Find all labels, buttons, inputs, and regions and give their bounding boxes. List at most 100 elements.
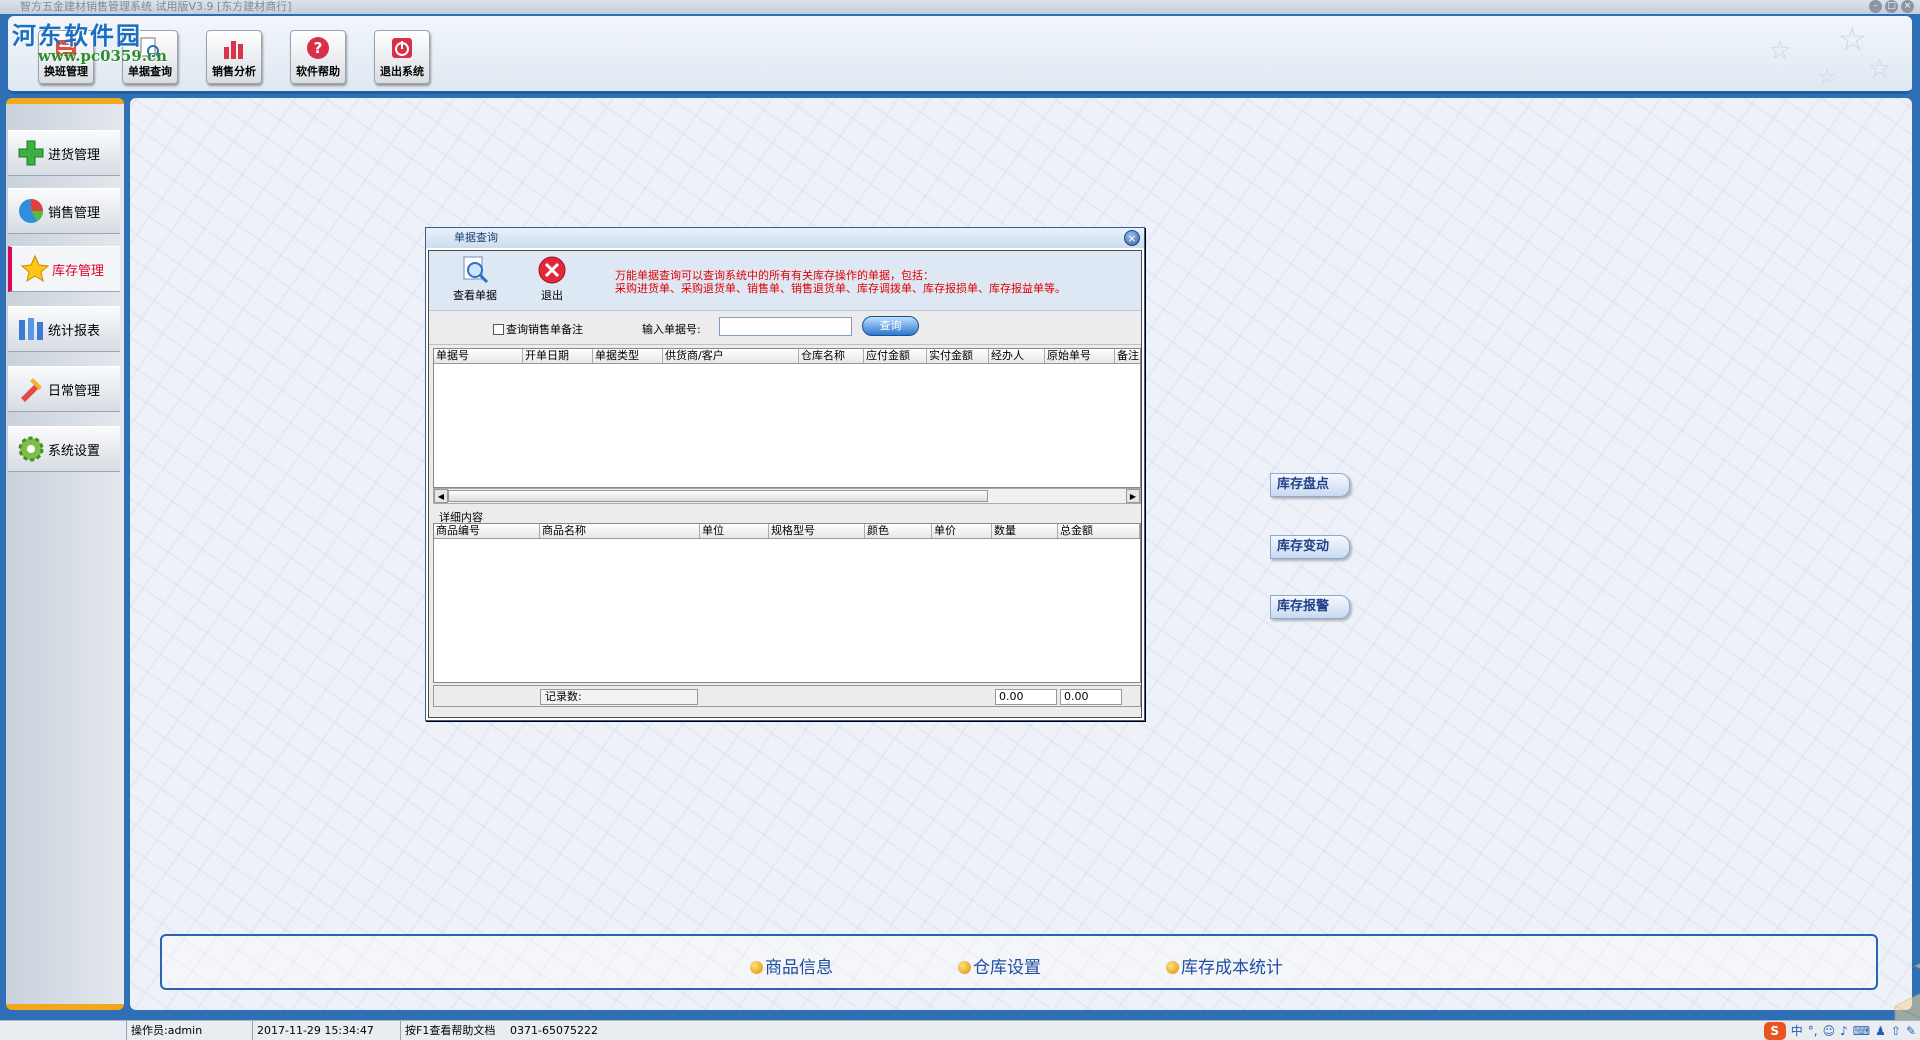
punctuation-icon[interactable]: °, [1808,1022,1818,1040]
inventory-cost-stats-link[interactable]: 库存成本统计 [1166,953,1283,978]
column-header[interactable]: 单据号 [434,349,523,363]
view-bill-button[interactable]: 查看单据 [453,255,497,303]
inventory-check-link[interactable]: 库存盘点 [1270,473,1350,497]
record-count-field: 记录数: [540,689,698,705]
exit-system-button[interactable]: 退出系统 [374,30,430,84]
wrench-icon[interactable]: ✎ [1906,1022,1916,1040]
column-header[interactable]: 供货商/客户 [663,349,799,363]
datetime-status: 2017-11-29 15:34:47 [252,1021,398,1040]
report-icon [16,314,46,344]
system-tray: S 中 °, ☺ ♪ ⌨ ♟ ⇧ ✎ [1763,1021,1916,1040]
user-icon[interactable]: ♟ [1875,1022,1886,1040]
keyboard-icon[interactable]: ⌨ [1853,1022,1870,1040]
exit-icon [538,256,566,284]
sidebar: 进货管理 销售管理 库存管理 统计报表 日常管理 系统设置 [6,98,124,1010]
column-header[interactable]: 数量 [992,524,1058,538]
scrollbar-thumb[interactable] [448,490,988,502]
toolbar-button-label: 销售分析 [212,65,256,78]
horizontal-scrollbar[interactable]: ◀ ▶ [433,488,1141,504]
column-header[interactable]: 应付金额 [864,349,927,363]
warehouse-settings-label: 仓库设置 [973,958,1041,978]
inventory-cost-stats-label: 库存成本统计 [1181,958,1283,978]
help-icon: ? [307,37,329,59]
sales-note-checkbox[interactable]: 查询销售单备注 [493,321,583,337]
bullet-icon [958,961,971,974]
column-header[interactable]: 备注 [1115,349,1140,363]
note-line-2: 采购进货单、采购退货单、销售单、销售退货单、库存调拨单、库存报损单、库存报益单等… [615,282,1066,295]
dialog-titlebar[interactable]: 单据查询 × [426,228,1144,248]
microphone-icon[interactable]: ♪ [1840,1022,1848,1040]
sidebar-item-label: 统计报表 [48,323,101,339]
column-header[interactable]: 单价 [932,524,992,538]
tools-icon [16,374,46,404]
gear-icon [16,434,46,464]
column-header[interactable]: 经办人 [989,349,1045,363]
bullet-icon [1166,961,1179,974]
scroll-left-icon[interactable]: ◀ [434,489,448,503]
column-header[interactable]: 单据类型 [593,349,663,363]
bottom-quick-links: 商品信息 仓库设置 库存成本统计 [160,934,1878,990]
column-header[interactable]: 商品名称 [540,524,700,538]
dialog-info-note: 万能单据查询可以查询系统中的所有有关库存操作的单据，包括： 采购进货单、采购退货… [615,269,1135,295]
query-button[interactable]: 查询 [862,316,919,336]
bill-list-header: 单据号 开单日期 单据类型 供货商/客户 仓库名称 应付金额 实付金额 经办人 … [434,349,1140,364]
software-help-button[interactable]: ? 软件帮助 [290,30,346,84]
dialog-toolbar: 查看单据 退出 万能单据查询可以查询系统中的所有有关库存操作的单据，包括： 采购… [429,251,1141,311]
sidebar-item-label: 日常管理 [48,383,101,399]
maximize-icon[interactable]: □ [1885,0,1898,13]
column-header[interactable]: 规格型号 [769,524,865,538]
column-header[interactable]: 开单日期 [523,349,593,363]
status-bar: 操作员:admin 2017-11-29 15:34:47 按F1查看帮助文档 … [0,1020,1920,1040]
column-header[interactable]: 颜色 [865,524,932,538]
star-decoration-icon: ☆ [1768,36,1792,66]
upload-icon[interactable]: ⇧ [1891,1022,1901,1040]
amount-total-field: 0.00 [1060,689,1122,705]
inventory-alarm-link[interactable]: 库存报警 [1270,595,1350,619]
sidebar-item-reports[interactable]: 统计报表 [8,306,120,352]
watermark-name: 河东软件园 [12,21,142,50]
dialog-close-icon[interactable]: × [1124,230,1140,246]
ime-mode-indicator[interactable]: 中 [1791,1022,1803,1040]
sidebar-item-sales[interactable]: 销售管理 [8,188,120,234]
magnifier-doc-icon [463,256,489,284]
column-header[interactable]: 原始单号 [1045,349,1115,363]
column-header[interactable]: 总金额 [1058,524,1140,538]
sales-analysis-button[interactable]: 销售分析 [206,30,262,84]
operator-status: 操作员:admin [126,1021,250,1040]
detail-items-table[interactable]: 商品编号 商品名称 单位 规格型号 颜色 单价 数量 总金额 [433,523,1141,683]
sidebar-item-label: 销售管理 [48,205,101,221]
column-header[interactable]: 仓库名称 [799,349,864,363]
sidebar-item-purchase[interactable]: 进货管理 [8,130,120,176]
bill-list-table[interactable]: 单据号 开单日期 单据类型 供货商/客户 仓库名称 应付金额 实付金额 经办人 … [433,348,1141,488]
checkbox-label: 查询销售单备注 [506,323,583,336]
ime-logo-icon[interactable]: S [1763,1022,1786,1040]
checkbox-box[interactable] [493,323,504,335]
sidebar-item-daily[interactable]: 日常管理 [8,366,120,412]
column-header[interactable]: 商品编号 [434,524,540,538]
bill-number-label: 输入单据号: [642,323,701,336]
minimize-icon[interactable]: – [1869,0,1882,13]
column-header[interactable]: 单位 [700,524,769,538]
close-icon[interactable]: × [1901,0,1914,13]
toolbar-button-label: 退出系统 [380,65,424,78]
warehouse-settings-link[interactable]: 仓库设置 [958,953,1041,978]
inventory-change-link[interactable]: 库存变动 [1270,535,1350,559]
quantity-total-field: 0.00 [995,689,1057,705]
view-bill-label: 查看单据 [453,289,497,302]
watermark-logo: 河东软件园 www.pc0359.cn [12,16,167,65]
pie-icon [16,196,46,226]
column-header[interactable]: 实付金额 [927,349,989,363]
window-titlebar: 智方五金建材销售管理系统 试用版V3.9 [东方建材商行] – □ × [0,0,1920,14]
dialog-title: 单据查询 [454,231,498,244]
star-decoration-icon: ☆ [1838,20,1867,58]
sidebar-item-inventory[interactable]: 库存管理 [8,246,120,292]
dialog-exit-button[interactable]: 退出 [535,255,569,303]
sidebar-item-settings[interactable]: 系统设置 [8,426,120,472]
dialog-body: 查看单据 退出 万能单据查询可以查询系统中的所有有关库存操作的单据，包括： 采购… [428,250,1142,718]
product-info-link[interactable]: 商品信息 [750,953,833,978]
power-icon [392,38,412,58]
star-decoration-icon: ☆ [1868,54,1892,84]
bill-number-input[interactable] [719,317,852,336]
scroll-right-icon[interactable]: ▶ [1126,489,1140,503]
emoji-icon[interactable]: ☺ [1823,1022,1836,1040]
